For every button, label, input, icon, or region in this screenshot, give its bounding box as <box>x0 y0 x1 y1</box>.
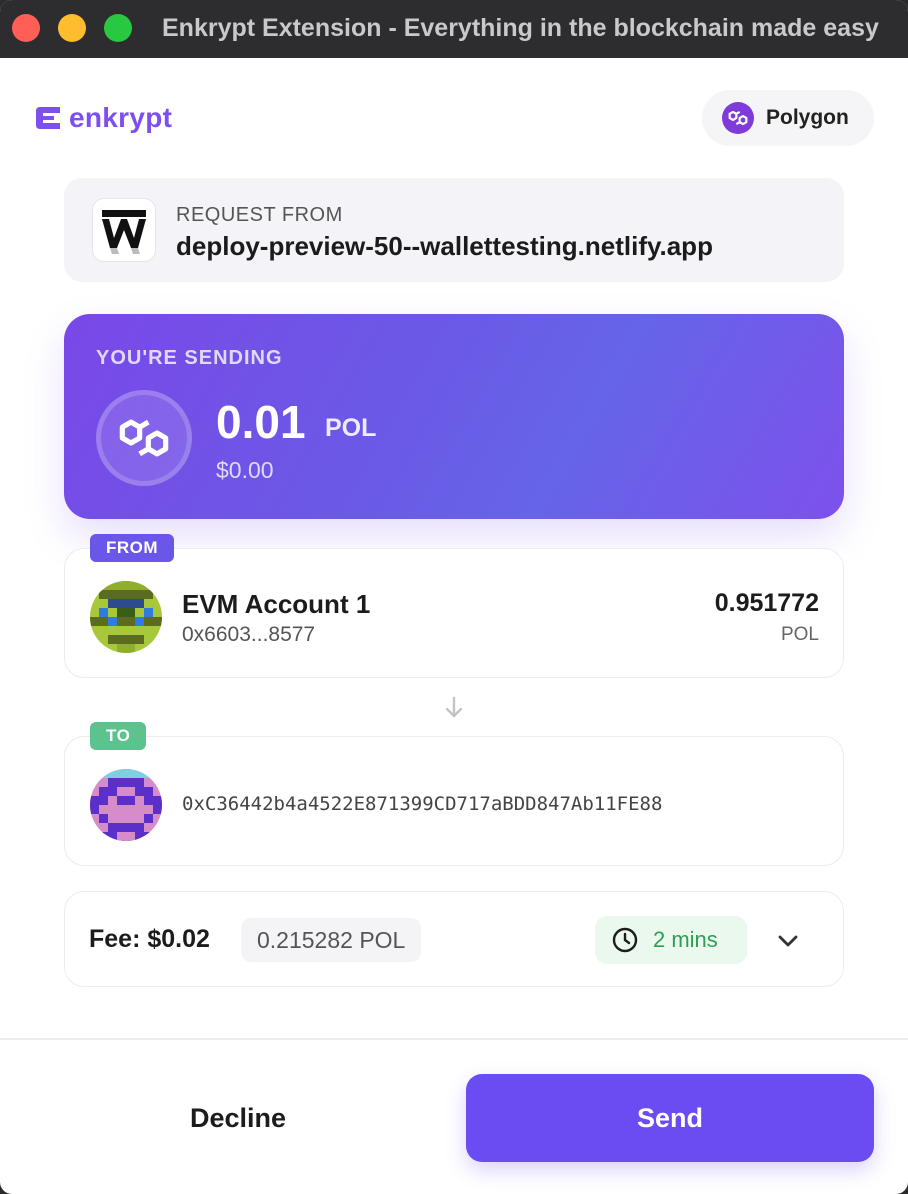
to-account-avatar <box>90 769 162 841</box>
to-account-card: 0xC36442b4a4522E871399CD717aBDD847Ab11FE… <box>64 736 844 866</box>
brand-name: enkrypt <box>69 102 173 133</box>
decline-button[interactable]: Decline <box>34 1074 442 1162</box>
request-origin-card: REQUEST FROM deploy-preview-50--wallette… <box>64 178 844 282</box>
sending-label: YOU'RE SENDING <box>96 347 283 369</box>
sending-amount-card: YOU'RE SENDING 0.01 POL $0.00 <box>64 314 844 519</box>
enkrypt-logo: enkrypt <box>34 102 173 133</box>
network-selector[interactable]: Polygon <box>702 90 874 146</box>
from-account-name: EVM Account 1 <box>182 589 371 619</box>
sending-fiat-value: $0.00 <box>216 457 274 483</box>
fee-label: Fee: $0.02 <box>89 925 210 953</box>
footer-divider <box>0 1038 908 1040</box>
w-site-logo-icon <box>92 198 156 262</box>
polygon-icon <box>722 102 754 134</box>
window-title: Enkrypt Extension - Everything in the bl… <box>162 14 879 42</box>
fee-card[interactable]: Fee: $0.02 0.215282 POL 2 mins <box>64 891 844 987</box>
request-from-label: REQUEST FROM <box>176 204 343 226</box>
minimize-window-button[interactable] <box>58 14 86 42</box>
network-label: Polygon <box>766 106 849 129</box>
fee-time-badge: 2 mins <box>595 916 747 964</box>
from-account-balance: 0.951772 <box>714 589 819 617</box>
to-account-address: 0xC36442b4a4522E871399CD717aBDD847Ab11FE… <box>182 793 663 815</box>
request-url: deploy-preview-50--wallettesting.netlify… <box>176 231 713 261</box>
to-tag: TO <box>90 722 147 750</box>
close-window-button[interactable] <box>12 14 40 42</box>
from-account-balance-unit: POL <box>780 624 819 645</box>
window-titlebar: Enkrypt Extension - Everything in the bl… <box>0 0 908 58</box>
chevron-down-icon[interactable] <box>775 928 801 954</box>
send-button[interactable]: Send <box>466 1074 874 1162</box>
from-account-avatar <box>90 581 162 653</box>
enkrypt-logo-icon <box>36 107 60 129</box>
fee-native-amount: 0.215282 POL <box>241 918 422 962</box>
from-account-card: EVM Account 1 0x6603...8577 0.951772 POL <box>64 548 844 678</box>
sending-amount: 0.01 <box>216 396 306 448</box>
enkrypt-popup-window: Enkrypt Extension - Everything in the bl… <box>0 0 908 1194</box>
sending-unit: POL <box>325 414 377 442</box>
from-account-address: 0x6603...8577 <box>182 623 316 646</box>
from-tag: FROM <box>90 534 175 562</box>
token-polygon-icon <box>96 390 192 486</box>
clock-icon <box>612 927 638 953</box>
zoom-window-button[interactable] <box>104 14 132 42</box>
arrow-down-icon <box>445 696 463 718</box>
fee-time-text: 2 mins <box>653 927 718 952</box>
